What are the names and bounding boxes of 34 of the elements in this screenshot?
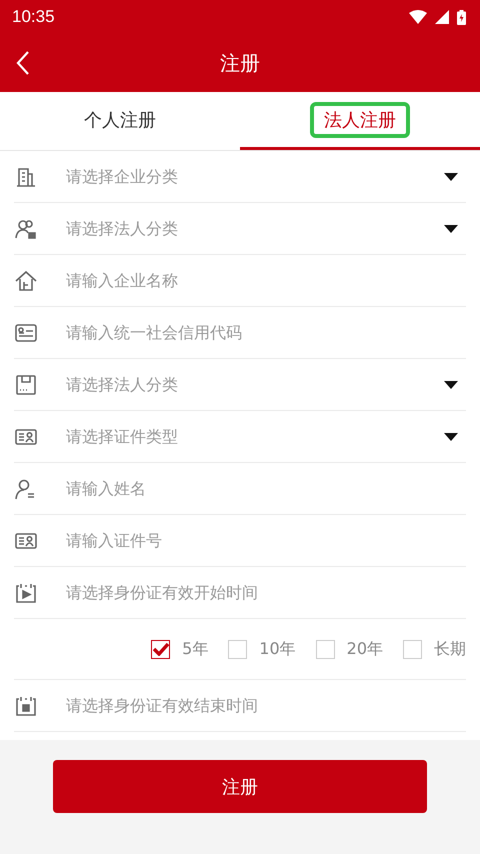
- calendar-play-icon: [14, 582, 38, 604]
- status-time: 10:35: [12, 7, 55, 27]
- input-field[interactable]: 请选择身份证有效结束时间: [66, 696, 466, 715]
- people-icon: [14, 218, 38, 240]
- dropdown-caret-icon: [444, 224, 458, 232]
- tab[interactable]: 个人注册: [70, 102, 170, 138]
- input-field[interactable]: 请输入证件号: [66, 531, 466, 550]
- option-label: 5年: [182, 638, 208, 660]
- input-field[interactable]: 请输入统一社会信用代码: [66, 323, 466, 342]
- battery-icon: [457, 10, 466, 24]
- box-icon: [14, 374, 38, 396]
- option-label: 20年: [346, 638, 383, 660]
- option-label: 10年: [259, 638, 296, 660]
- select-field[interactable]: 请选择证件类型: [66, 427, 444, 446]
- calendar-icon: [14, 694, 38, 716]
- option-label: 长期: [434, 638, 466, 660]
- input-field[interactable]: 请输入姓名: [66, 479, 466, 498]
- select-field[interactable]: 请选择法人分类: [66, 375, 444, 394]
- dropdown-caret-icon: [444, 172, 458, 180]
- wifi-icon: [409, 10, 427, 24]
- dropdown-caret-icon: [444, 380, 458, 388]
- dropdown-caret-icon: [444, 432, 458, 440]
- input-field[interactable]: 请输入企业名称: [66, 271, 466, 290]
- building-icon: [14, 166, 38, 188]
- house-icon: [14, 270, 38, 292]
- select-field[interactable]: 请选择法人分类: [66, 219, 444, 238]
- signal-icon: [435, 10, 449, 24]
- checkbox[interactable]: [151, 640, 170, 658]
- register-button[interactable]: 注册: [53, 760, 427, 813]
- id-card-icon: [14, 322, 38, 344]
- select-field[interactable]: 请选择企业分类: [66, 167, 444, 186]
- page-title: 注册: [220, 50, 260, 76]
- tab[interactable]: 法人注册: [310, 102, 410, 138]
- input-field[interactable]: 请选择身份证有效开始时间: [66, 583, 466, 602]
